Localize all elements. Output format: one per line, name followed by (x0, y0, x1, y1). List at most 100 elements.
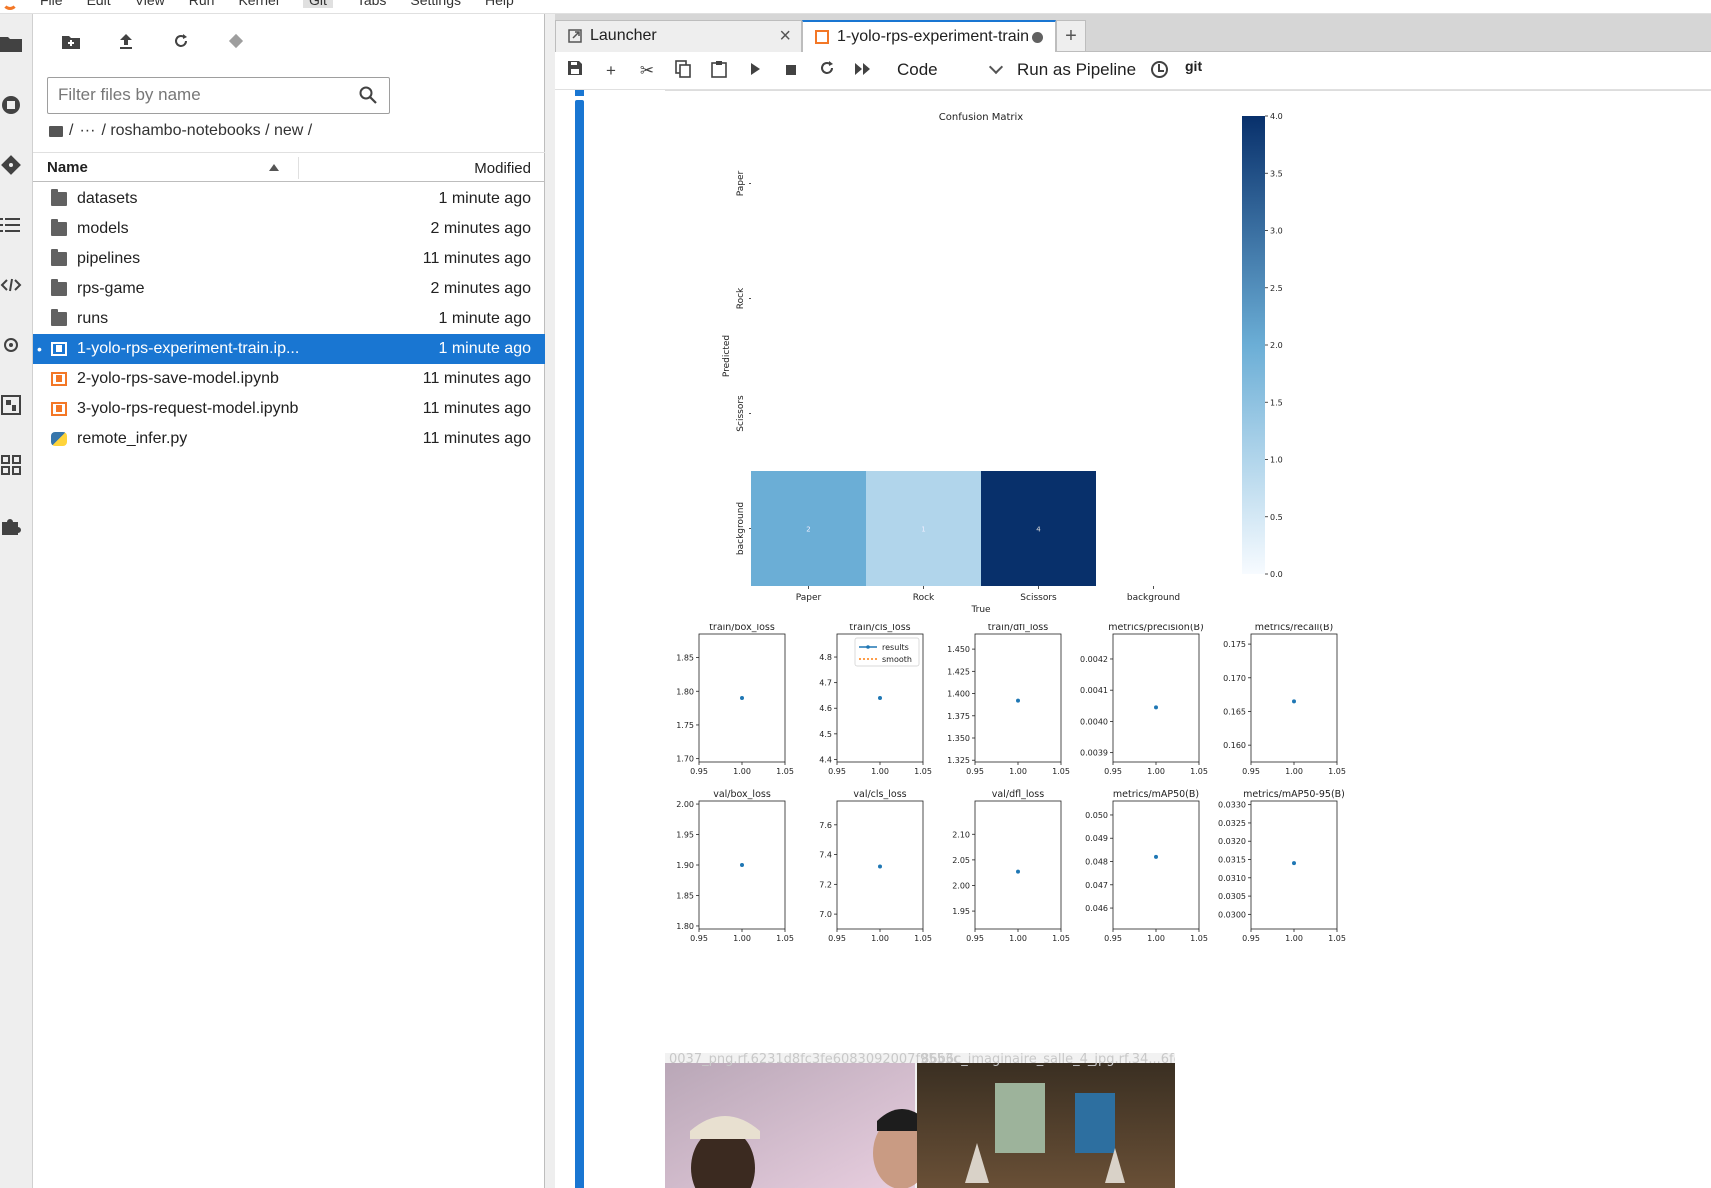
y-tick-label: 0.170 (1223, 674, 1246, 683)
x-tick-label: 0.95 (1104, 767, 1122, 776)
x-tick-label: 1.05 (1052, 767, 1070, 776)
file-browser-icon[interactable] (0, 34, 22, 56)
x-tick-label: 0.95 (828, 934, 846, 943)
notebook-icon (815, 30, 829, 44)
running-sessions-icon[interactable] (0, 94, 22, 116)
training-metrics-charts: train/box_loss 0.95 1.00 1.05 1.70 1.75 1.80 1.… (676, 624, 1346, 943)
tab-notebook[interactable]: 1-yolo-rps-experiment-train (802, 20, 1056, 53)
breadcrumb: / ··· / roshambo-notebooks / new / (49, 122, 312, 140)
x-tick-label: 1.00 (1285, 934, 1303, 943)
restart-kernel-icon[interactable] (815, 60, 839, 82)
sample-images: 0037_png.rf.6231d8fc3fe6083092007f9553c … (665, 1052, 1189, 1188)
y-tick-label: 0.0300 (1218, 910, 1246, 919)
unsaved-dot-icon[interactable] (1032, 32, 1043, 43)
column-divider[interactable] (298, 157, 299, 179)
file-modified: 1 minute ago (438, 340, 531, 357)
close-icon[interactable]: × (779, 21, 791, 51)
breadcrumb-root[interactable]: / (69, 122, 73, 140)
file-row-folder[interactable]: rps-game 2 minutes ago (33, 274, 545, 304)
copy-icon[interactable] (671, 60, 695, 82)
run-as-pipeline-button[interactable]: Run as Pipeline (1017, 60, 1136, 80)
data-point (1016, 698, 1020, 703)
table-of-contents-icon[interactable] (0, 214, 22, 236)
menu-tabs[interactable]: Tabs (357, 0, 387, 8)
file-row-folder[interactable]: datasets 1 minute ago (33, 184, 545, 214)
notebook-content: Confusion Matrix Paper Rock Scissors backgro… (555, 90, 1711, 1188)
clock-icon[interactable] (1151, 61, 1168, 78)
menu-edit[interactable]: Edit (87, 0, 111, 8)
git-icon[interactable] (0, 154, 22, 176)
breadcrumb-path[interactable]: / roshambo-notebooks / new / (101, 122, 312, 140)
file-name: runs (77, 310, 109, 327)
image-caption-2: 86b6c_imaginaire_salle_4_jpg.rf.34...6fc… (921, 1053, 1175, 1067)
file-row-folder[interactable]: pipelines 11 minutes ago (33, 244, 545, 274)
notebook-icon (51, 372, 67, 386)
launcher-icon (568, 29, 582, 43)
file-row-notebook[interactable]: 2-yolo-rps-save-model.ipynb 11 minutes ag… (33, 364, 545, 394)
y-tick-label: 0.050 (1085, 811, 1108, 820)
colorbar-tick-label: 0.0 (1270, 570, 1283, 579)
menu-settings[interactable]: Settings (410, 0, 461, 8)
filter-files-field[interactable] (47, 77, 390, 114)
paste-icon[interactable] (707, 60, 731, 82)
main-area: Launcher × 1-yolo-rps-experiment-train +… (555, 14, 1711, 1188)
file-row-python[interactable]: remote_infer.py 11 minutes ago (33, 424, 545, 454)
git-button[interactable]: git (1185, 58, 1202, 74)
restart-run-all-icon[interactable] (851, 60, 875, 82)
cell-collapser[interactable] (575, 100, 584, 1188)
menu-view[interactable]: View (135, 0, 165, 8)
code-snippets-icon[interactable] (0, 274, 22, 296)
menu-git[interactable]: Git (302, 0, 333, 8)
y-tick-label: 0.0310 (1218, 874, 1246, 883)
data-point (1154, 705, 1158, 710)
insert-cell-icon[interactable]: + (599, 60, 623, 82)
filter-files-input[interactable] (48, 78, 338, 111)
y-tick-label: 7.6 (819, 821, 832, 830)
file-row-notebook[interactable]: 3-yolo-rps-request-model.ipynb 11 minutes… (33, 394, 545, 424)
file-row-folder[interactable]: models 2 minutes ago (33, 214, 545, 244)
menu-help[interactable]: Help (485, 0, 514, 8)
panel-title: metrics/precision(B) (1108, 624, 1204, 633)
component-catalog-icon[interactable] (0, 394, 22, 416)
file-row-folder[interactable]: runs 1 minute ago (33, 304, 545, 334)
x-axis-label: True (970, 605, 991, 615)
x-tick-label: 0.95 (966, 934, 984, 943)
git-clone-icon[interactable] (224, 32, 248, 56)
tab-launcher[interactable]: Launcher × (555, 20, 802, 52)
add-tab-button[interactable]: + (1056, 20, 1086, 52)
runtimes-gear-icon[interactable] (0, 334, 22, 356)
name-column-header[interactable]: Name (47, 159, 88, 176)
cut-icon[interactable]: ✂ (635, 60, 659, 82)
save-icon[interactable] (563, 60, 587, 82)
new-folder-icon[interactable] (59, 32, 83, 56)
breadcrumb-ellipsis[interactable]: ··· (79, 122, 95, 140)
menu-run[interactable]: Run (189, 0, 215, 8)
file-modified: 11 minutes ago (422, 400, 531, 417)
y-tick-label: 2.00 (676, 800, 694, 809)
refresh-icon[interactable] (169, 32, 193, 56)
y-tick-label: 1.325 (947, 756, 970, 765)
run-icon[interactable] (743, 60, 767, 82)
colorbar-tick-label: 2.5 (1270, 284, 1283, 293)
cell-collapser-prev[interactable] (575, 90, 584, 96)
x-tick-label: 0.95 (828, 767, 846, 776)
menu-file[interactable]: File (40, 0, 63, 8)
home-folder-icon[interactable] (49, 125, 63, 137)
x-tick-label: 0.95 (1104, 934, 1122, 943)
y-tick-label: 1.80 (676, 687, 694, 696)
file-browser-panel: / ··· / roshambo-notebooks / new / Name … (33, 14, 545, 1188)
modified-column-header[interactable]: Modified (474, 160, 531, 177)
sort-ascending-icon[interactable] (269, 164, 279, 171)
menu-kernel[interactable]: Kernel (238, 0, 278, 8)
x-tick-label: 0.95 (966, 767, 984, 776)
y-tick-label: 7.4 (819, 851, 832, 860)
y-tick-label: 1.80 (676, 922, 694, 931)
data-point (1292, 861, 1296, 866)
panel-divider[interactable] (545, 14, 555, 1188)
stop-icon[interactable] (779, 60, 803, 82)
upload-icon[interactable] (114, 32, 138, 56)
y-tick-label: 0.160 (1223, 741, 1246, 750)
extensions-grid-icon[interactable] (0, 454, 22, 476)
file-row-notebook[interactable]: • 1-yolo-rps-experiment-train.ip... 1 minu… (33, 334, 545, 364)
extension-manager-puzzle-icon[interactable] (0, 514, 22, 536)
